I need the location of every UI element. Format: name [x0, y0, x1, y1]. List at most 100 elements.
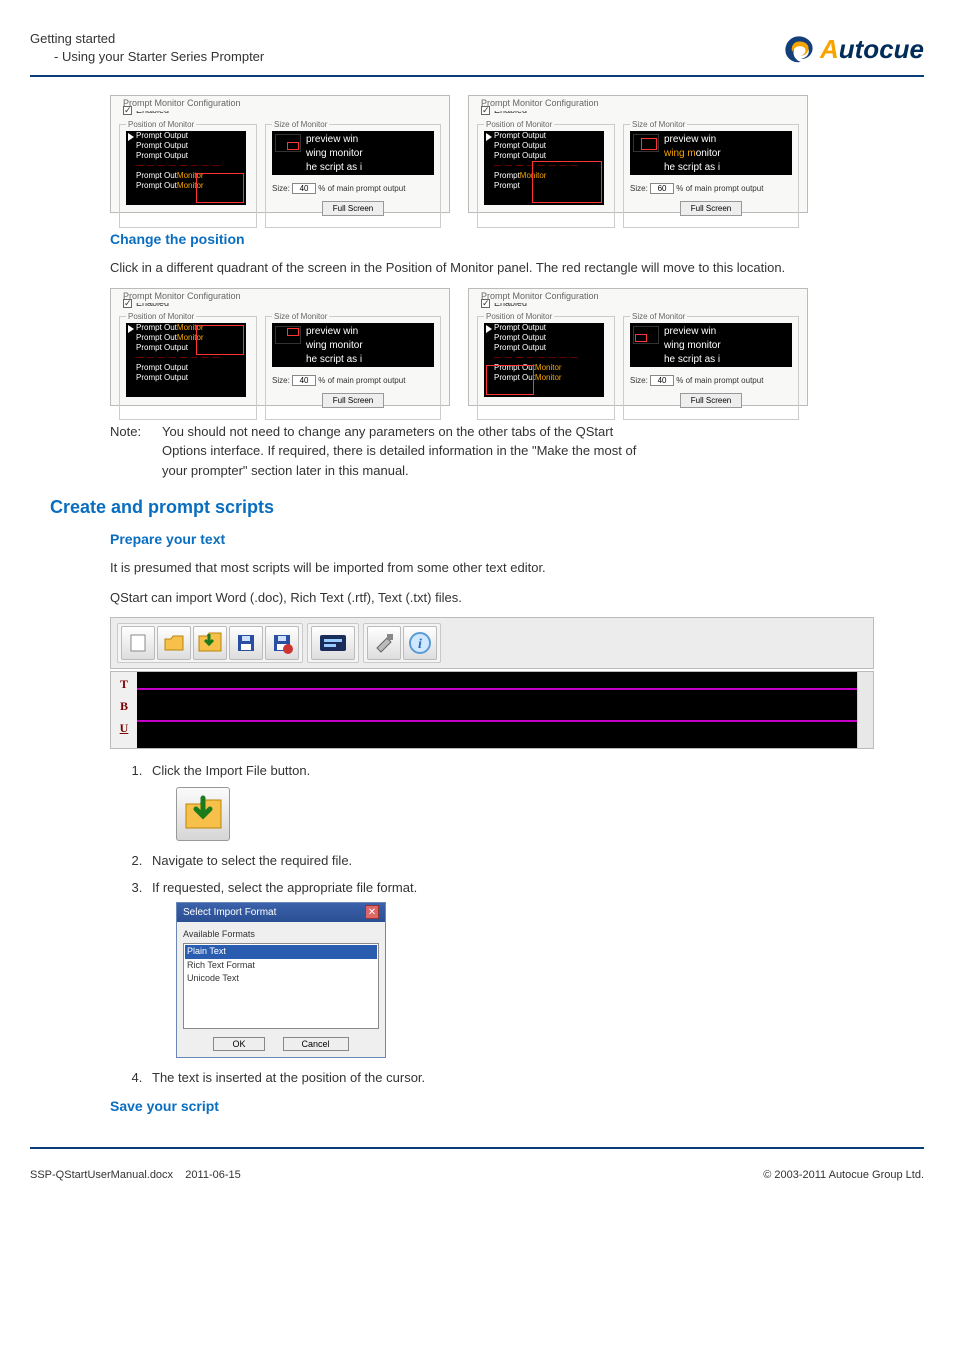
mini-preview — [275, 326, 301, 344]
page-header: Getting started - Using your Starter Ser… — [30, 30, 924, 69]
toolbar: i — [110, 617, 874, 669]
footer-left: SSP-QStartUserManual.docx 2011-06-15 — [30, 1167, 241, 1184]
step-3: If requested, select the appropriate fil… — [146, 878, 874, 1058]
editor-area: T B U — [110, 671, 874, 749]
step-4: The text is inserted at the position of … — [146, 1068, 874, 1088]
size-input[interactable] — [292, 375, 316, 386]
settings-button[interactable] — [367, 626, 401, 660]
header-line2: - Using your Starter Series Prompter — [30, 48, 264, 66]
size-group: Size of Monitor preview win wing monitor… — [265, 124, 441, 228]
size-input[interactable] — [292, 183, 316, 194]
logo-text: Autocue — [820, 30, 924, 69]
underline-button[interactable]: U — [114, 718, 134, 738]
cancel-button[interactable]: Cancel — [283, 1037, 349, 1051]
panel-row-2: Prompt Monitor Configuration Enabled Pos… — [110, 288, 874, 406]
steps-list: Click the Import File button. Navigate t… — [110, 761, 874, 1088]
dialog-title-text: Select Import Format — [183, 905, 276, 920]
mini-preview — [633, 134, 659, 152]
list-item[interactable]: Unicode Text — [185, 972, 377, 986]
position-label: Position of Monitor — [484, 311, 554, 323]
format-listbox[interactable]: Plain Text Rich Text Format Unicode Text — [183, 943, 379, 1029]
import-file-button[interactable] — [176, 787, 230, 841]
svg-text:i: i — [418, 637, 422, 652]
full-screen-button[interactable]: Full Screen — [680, 201, 742, 216]
toolbar-group-prompt — [307, 623, 359, 663]
marker-line-top — [137, 688, 857, 690]
new-button[interactable] — [121, 626, 155, 660]
panel-title: Prompt Monitor Configuration — [121, 97, 243, 111]
note-block: Note: You should not need to change any … — [110, 422, 874, 481]
info-button[interactable]: i — [403, 626, 437, 660]
step-1: Click the Import File button. — [146, 761, 874, 841]
toolbar-group-tools: i — [363, 623, 441, 663]
position-preview[interactable]: Prompt Output Prompt Output Prompt Outpu… — [126, 131, 246, 205]
size-group: Size of Monitor preview win wing monitor… — [623, 316, 799, 420]
size-input-row: Size: % of main prompt output — [272, 375, 434, 387]
size-label: Size of Monitor — [272, 311, 329, 323]
list-item[interactable]: Rich Text Format — [185, 959, 377, 973]
font-button[interactable]: T — [114, 674, 134, 694]
save-as-button[interactable] — [265, 626, 299, 660]
position-group: Position of Monitor Prompt Output Prompt… — [477, 124, 615, 228]
size-input[interactable] — [650, 183, 674, 194]
size-preview: preview win wing monitor he script as i — [272, 323, 434, 367]
header-divider — [30, 75, 924, 77]
mini-preview — [275, 134, 301, 152]
size-input-row: Size: % of main prompt output — [630, 183, 792, 195]
editor-scrollbar[interactable] — [857, 672, 873, 748]
position-preview[interactable]: Prompt Output Prompt Output Prompt Outpu… — [484, 323, 604, 397]
footer-divider — [30, 1147, 924, 1149]
footer-right: © 2003-2011 Autocue Group Ltd. — [763, 1167, 924, 1184]
position-preview[interactable]: Prompt OutMonitor Prompt OutMonitor Prom… — [126, 323, 246, 397]
position-group: Position of Monitor Prompt Output Prompt… — [477, 316, 615, 420]
config-panel: Prompt Monitor Configuration Enabled Pos… — [110, 288, 450, 406]
position-label: Position of Monitor — [126, 311, 196, 323]
position-preview[interactable]: Prompt Output Prompt Output Prompt Outpu… — [484, 131, 604, 205]
editor-canvas[interactable] — [137, 672, 857, 748]
size-label: Size of Monitor — [630, 311, 687, 323]
import-button[interactable] — [193, 626, 227, 660]
open-button[interactable] — [157, 626, 191, 660]
logo-swirl-icon — [782, 33, 816, 67]
panel-row-1: Prompt Monitor Configuration Enabled Pos… — [110, 95, 874, 213]
full-screen-button[interactable]: Full Screen — [322, 201, 384, 216]
import-format-dialog: Select Import Format ✕ Available Formats… — [176, 902, 386, 1059]
header-titles: Getting started - Using your Starter Ser… — [30, 30, 264, 66]
position-label: Position of Monitor — [126, 119, 196, 131]
step-2: Navigate to select the required file. — [146, 851, 874, 871]
position-label: Position of Monitor — [484, 119, 554, 131]
config-panel: Prompt Monitor Configuration Enabled Pos… — [468, 288, 808, 406]
config-panel: Prompt Monitor Configuration Enabled Pos… — [110, 95, 450, 213]
panel-title: Prompt Monitor Configuration — [479, 97, 601, 111]
header-line1: Getting started — [30, 30, 264, 48]
size-preview: preview win wing monitor he script as i — [272, 131, 434, 175]
size-input-row: Size: % of main prompt output — [272, 183, 434, 195]
size-input[interactable] — [650, 375, 674, 386]
play-icon — [128, 133, 134, 141]
size-preview: preview win wing monitor he script as i — [630, 131, 792, 175]
red-rectangle — [196, 173, 244, 203]
full-screen-button[interactable]: Full Screen — [322, 393, 384, 408]
note-label: Note: — [110, 422, 162, 481]
list-item[interactable]: Plain Text — [185, 945, 377, 959]
save-button[interactable] — [229, 626, 263, 660]
heading-create-prompt: Create and prompt scripts — [50, 494, 874, 521]
page-footer: SSP-QStartUserManual.docx 2011-06-15 © 2… — [30, 1147, 924, 1184]
close-icon[interactable]: ✕ — [365, 905, 379, 919]
play-icon — [128, 325, 134, 333]
prompt-button[interactable] — [311, 626, 355, 660]
ok-button[interactable]: OK — [213, 1037, 264, 1051]
config-panel: Prompt Monitor Configuration Enabled Pos… — [468, 95, 808, 213]
panel-title: Prompt Monitor Configuration — [479, 290, 601, 304]
mini-preview — [633, 326, 659, 344]
full-screen-button[interactable]: Full Screen — [680, 393, 742, 408]
size-label: Size of Monitor — [630, 119, 687, 131]
bold-button[interactable]: B — [114, 696, 134, 716]
size-input-row: Size: % of main prompt output — [630, 375, 792, 387]
paragraph-click-quadrant: Click in a different quadrant of the scr… — [110, 258, 874, 278]
size-group: Size of Monitor preview win wing monitor… — [623, 124, 799, 228]
dialog-titlebar: Select Import Format ✕ — [177, 903, 385, 922]
paragraph-import-types: QStart can import Word (.doc), Rich Text… — [110, 588, 874, 608]
size-label: Size of Monitor — [272, 119, 329, 131]
note-text: You should not need to change any parame… — [162, 422, 636, 481]
